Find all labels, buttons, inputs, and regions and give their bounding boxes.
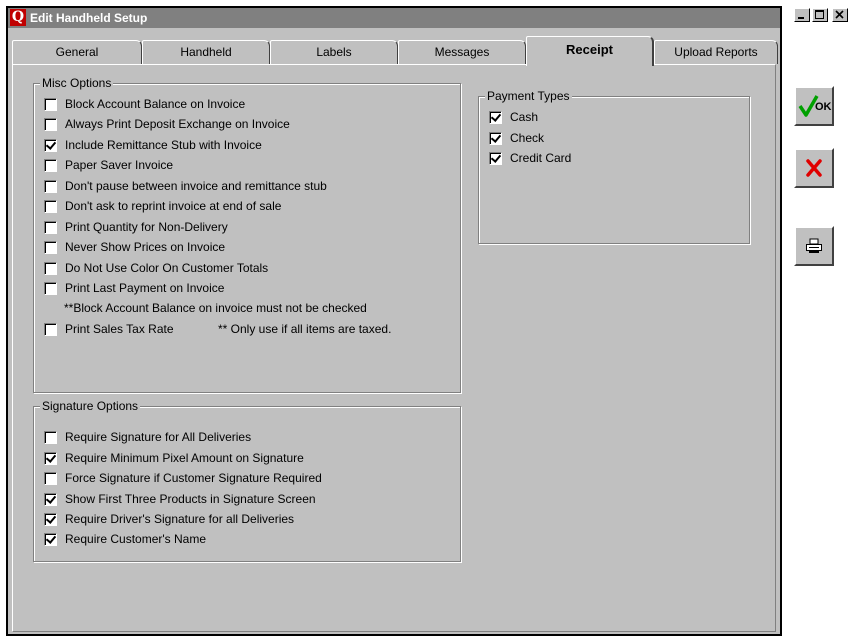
tab-upload-reports[interactable]: Upload Reports bbox=[654, 40, 778, 64]
minimize-icon bbox=[798, 17, 804, 19]
signature-options-legend: Signature Options bbox=[40, 399, 141, 413]
misc-option-4[interactable]: Paper Saver Invoice bbox=[44, 156, 173, 174]
tab-general[interactable]: General bbox=[12, 40, 142, 64]
print-sales-tax-rate-option[interactable]: Print Sales Tax Rate bbox=[44, 320, 174, 338]
option-label: Paper Saver Invoice bbox=[65, 158, 174, 172]
option-label: Check bbox=[510, 131, 545, 145]
ok-button[interactable]: OK bbox=[794, 86, 834, 126]
checkbox[interactable] bbox=[44, 532, 57, 546]
checkbox[interactable] bbox=[44, 281, 57, 295]
option-label: Do Not Use Color On Customer Totals bbox=[65, 261, 269, 275]
checkbox[interactable] bbox=[44, 512, 57, 526]
checkbox[interactable] bbox=[44, 471, 57, 485]
option-label: Print Quantity for Non-Delivery bbox=[65, 220, 228, 234]
checkbox[interactable] bbox=[44, 451, 57, 465]
cancel-button[interactable] bbox=[794, 148, 834, 188]
option-label: Require Driver's Signature for all Deliv… bbox=[65, 512, 295, 526]
maximize-button[interactable] bbox=[812, 8, 828, 22]
checkbox[interactable] bbox=[44, 261, 57, 275]
close-window-button[interactable] bbox=[832, 8, 848, 22]
option-label: Require Minimum Pixel Amount on Signatur… bbox=[65, 451, 304, 465]
checkbox[interactable] bbox=[44, 138, 57, 152]
title-bar: Q Edit Handheld Setup bbox=[8, 8, 780, 28]
misc-option-1[interactable]: Block Account Balance on Invoice bbox=[44, 95, 245, 113]
tab-receipt[interactable]: Receipt bbox=[526, 36, 654, 66]
misc-option-7[interactable]: Print Quantity for Non-Delivery bbox=[44, 218, 228, 236]
option-label: Print Last Payment on Invoice bbox=[65, 281, 225, 295]
minimize-button[interactable] bbox=[794, 8, 810, 22]
option-label: Cash bbox=[510, 110, 539, 124]
signature-option-5[interactable]: Require Driver's Signature for all Deliv… bbox=[44, 510, 294, 528]
misc-option-5[interactable]: Don't pause between invoice and remittan… bbox=[44, 177, 327, 195]
signature-option-2[interactable]: Require Minimum Pixel Amount on Signatur… bbox=[44, 449, 304, 467]
receipt-tab-panel: Misc Options Block Account Balance on In… bbox=[12, 64, 776, 632]
checkbox[interactable] bbox=[44, 117, 57, 131]
signature-option-6[interactable]: Require Customer's Name bbox=[44, 530, 206, 548]
misc-option-3[interactable]: Include Remittance Stub with Invoice bbox=[44, 136, 262, 154]
signature-option-3[interactable]: Force Signature if Customer Signature Re… bbox=[44, 469, 322, 487]
option-label: Show First Three Products in Signature S… bbox=[65, 492, 316, 506]
edit-handheld-setup-window: Q Edit Handheld Setup General Handheld L… bbox=[6, 6, 782, 636]
checkbox[interactable] bbox=[44, 179, 57, 193]
misc-options-group: Misc Options Block Account Balance on In… bbox=[33, 76, 461, 393]
option-label: Print Sales Tax Rate bbox=[65, 322, 174, 336]
checkbox[interactable] bbox=[44, 158, 57, 172]
checkbox[interactable] bbox=[44, 240, 57, 254]
checkbox[interactable] bbox=[489, 110, 502, 124]
sales-tax-note: ** Only use if all items are taxed. bbox=[218, 322, 392, 336]
option-label: Block Account Balance on Invoice bbox=[65, 97, 246, 111]
ok-label: OK bbox=[815, 101, 832, 113]
app-logo-icon: Q bbox=[10, 9, 26, 26]
checkbox[interactable] bbox=[44, 322, 57, 336]
tab-labels[interactable]: Labels bbox=[270, 40, 398, 64]
option-label: Include Remittance Stub with Invoice bbox=[65, 138, 262, 152]
red-x-icon bbox=[806, 159, 822, 177]
payment-types-legend: Payment Types bbox=[485, 89, 572, 103]
checkbox[interactable] bbox=[44, 199, 57, 213]
signature-options-group: Signature Options Require Signature for … bbox=[33, 399, 461, 562]
misc-options-legend: Misc Options bbox=[40, 76, 114, 90]
maximize-icon bbox=[815, 10, 824, 19]
tab-strip: General Handheld Labels Messages Receipt… bbox=[12, 34, 778, 66]
option-label: Never Show Prices on Invoice bbox=[65, 240, 226, 254]
close-icon bbox=[835, 10, 844, 19]
payment-cash-option[interactable]: Cash bbox=[489, 108, 538, 126]
option-label: Credit Card bbox=[510, 151, 572, 165]
checkbox[interactable] bbox=[44, 492, 57, 506]
print-button[interactable] bbox=[794, 226, 834, 266]
misc-option-10[interactable]: Print Last Payment on Invoice bbox=[44, 279, 224, 297]
misc-option-6[interactable]: Don't ask to reprint invoice at end of s… bbox=[44, 197, 281, 215]
option-label: Don't ask to reprint invoice at end of s… bbox=[65, 199, 282, 213]
checkbox[interactable] bbox=[489, 151, 502, 165]
checkbox[interactable] bbox=[489, 131, 502, 145]
checkbox[interactable] bbox=[44, 97, 57, 111]
payment-credit-card-option[interactable]: Credit Card bbox=[489, 149, 571, 167]
signature-option-4[interactable]: Show First Three Products in Signature S… bbox=[44, 490, 316, 508]
printer-icon bbox=[806, 238, 822, 253]
payment-check-option[interactable]: Check bbox=[489, 129, 544, 147]
block-balance-note: **Block Account Balance on invoice must … bbox=[64, 301, 367, 315]
payment-types-group: Payment Types Cash Check Credit Card bbox=[478, 89, 750, 244]
option-label: Force Signature if Customer Signature Re… bbox=[65, 471, 322, 485]
misc-option-2[interactable]: Always Print Deposit Exchange on Invoice bbox=[44, 115, 290, 133]
signature-option-1[interactable]: Require Signature for All Deliveries bbox=[44, 428, 251, 446]
window-title: Edit Handheld Setup bbox=[30, 11, 148, 25]
option-label: Require Customer's Name bbox=[65, 532, 207, 546]
misc-option-9[interactable]: Do Not Use Color On Customer Totals bbox=[44, 259, 268, 277]
misc-option-8[interactable]: Never Show Prices on Invoice bbox=[44, 238, 225, 256]
option-label: Don't pause between invoice and remittan… bbox=[65, 179, 327, 193]
tab-handheld[interactable]: Handheld bbox=[142, 40, 270, 64]
checkbox[interactable] bbox=[44, 430, 57, 444]
option-label: Require Signature for All Deliveries bbox=[65, 430, 252, 444]
option-label: Always Print Deposit Exchange on Invoice bbox=[65, 117, 290, 131]
tab-messages[interactable]: Messages bbox=[398, 40, 526, 64]
checkbox[interactable] bbox=[44, 220, 57, 234]
